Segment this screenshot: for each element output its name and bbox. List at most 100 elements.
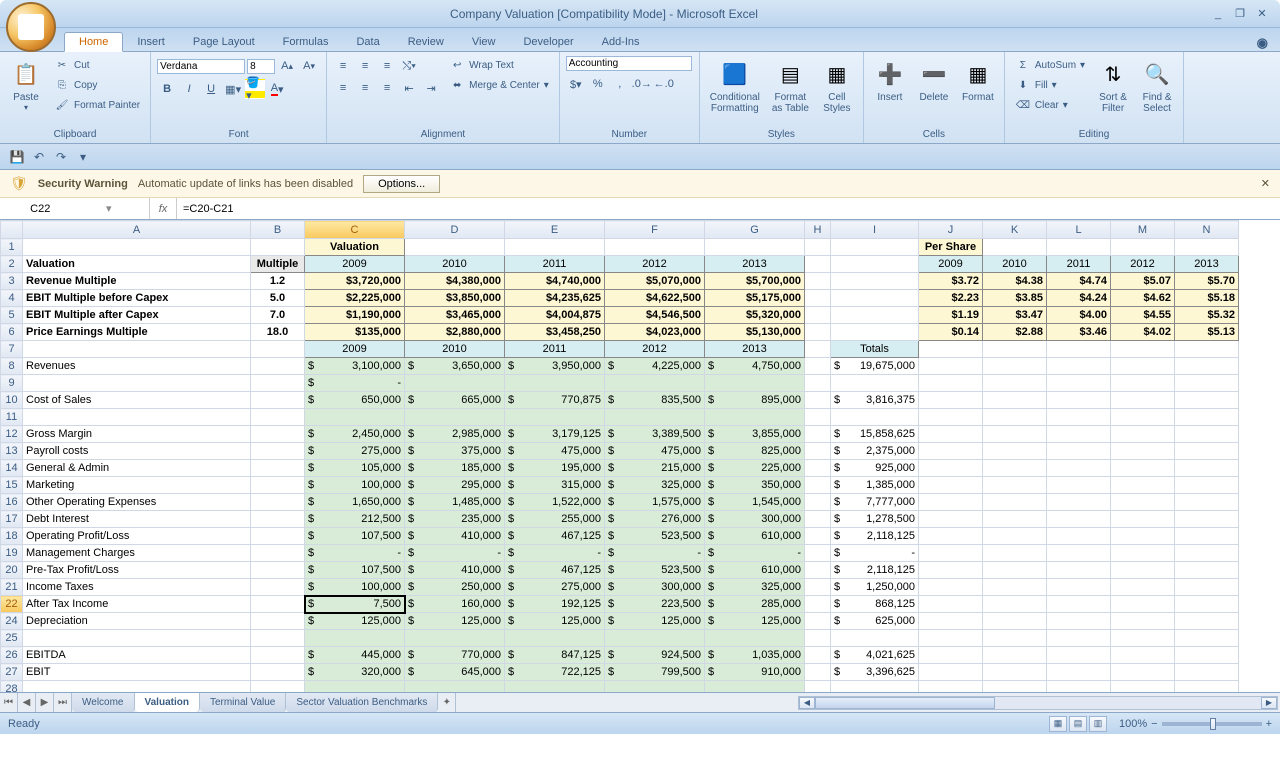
cell[interactable] xyxy=(1047,239,1111,256)
cell[interactable] xyxy=(251,562,305,579)
cell[interactable]: $4,023,000 xyxy=(605,324,705,341)
cell[interactable]: $825,000 xyxy=(705,443,805,460)
cell[interactable] xyxy=(831,273,919,290)
cell[interactable]: $300,000 xyxy=(705,511,805,528)
cell[interactable]: $5.07 xyxy=(1111,273,1175,290)
cell[interactable] xyxy=(805,324,831,341)
cell[interactable]: After Tax Income xyxy=(23,596,251,613)
row-header[interactable]: 1 xyxy=(1,239,23,256)
cell[interactable]: $320,000 xyxy=(305,664,405,681)
cell[interactable] xyxy=(705,409,805,426)
col-header-J[interactable]: J xyxy=(919,221,983,239)
wrap-text-button[interactable]: ↩Wrap Text xyxy=(445,56,553,74)
cell[interactable] xyxy=(919,647,983,664)
cell[interactable] xyxy=(919,375,983,392)
cell[interactable]: $275,000 xyxy=(505,579,605,596)
cell[interactable]: $0.14 xyxy=(919,324,983,341)
cell[interactable] xyxy=(805,409,831,426)
cell[interactable] xyxy=(251,596,305,613)
cell[interactable]: $2,118,125 xyxy=(831,562,919,579)
cell[interactable]: $107,500 xyxy=(305,562,405,579)
cell[interactable]: $5.70 xyxy=(1175,273,1239,290)
cell[interactable]: 18.0 xyxy=(251,324,305,341)
cell[interactable]: $770,000 xyxy=(405,647,505,664)
row-header[interactable]: 19 xyxy=(1,545,23,562)
cell[interactable]: $19,675,000 xyxy=(831,358,919,375)
cell[interactable]: 2011 xyxy=(505,341,605,358)
cell[interactable] xyxy=(251,460,305,477)
cell[interactable]: $125,000 xyxy=(505,613,605,630)
cell[interactable]: Debt Interest xyxy=(23,511,251,528)
col-header-L[interactable]: L xyxy=(1047,221,1111,239)
cell[interactable]: $4,380,000 xyxy=(405,273,505,290)
cell[interactable] xyxy=(305,681,405,693)
name-box[interactable]: C22▾ xyxy=(0,198,150,219)
cell[interactable] xyxy=(1175,477,1239,494)
cell[interactable] xyxy=(1047,494,1111,511)
cell[interactable] xyxy=(983,528,1047,545)
cell[interactable]: $5,320,000 xyxy=(705,307,805,324)
cell[interactable] xyxy=(805,562,831,579)
row-header[interactable]: 10 xyxy=(1,392,23,409)
cell[interactable] xyxy=(983,477,1047,494)
cell[interactable]: $924,500 xyxy=(605,647,705,664)
cell[interactable] xyxy=(831,256,919,273)
cell[interactable] xyxy=(805,443,831,460)
cell[interactable] xyxy=(1175,630,1239,647)
tab-review[interactable]: Review xyxy=(394,33,458,51)
cell[interactable] xyxy=(1175,681,1239,693)
cell[interactable] xyxy=(1047,358,1111,375)
cell-styles-button[interactable]: ▦Cell Styles xyxy=(817,56,857,116)
align-top-button[interactable]: ≡ xyxy=(333,56,353,76)
cell[interactable]: 2009 xyxy=(919,256,983,273)
cell[interactable]: Gross Margin xyxy=(23,426,251,443)
cell[interactable] xyxy=(983,494,1047,511)
cell[interactable]: $4,235,625 xyxy=(505,290,605,307)
cell[interactable] xyxy=(805,392,831,409)
cell[interactable]: $475,000 xyxy=(605,443,705,460)
cell[interactable] xyxy=(919,528,983,545)
orientation-button[interactable]: ⤭▾ xyxy=(399,56,419,76)
select-all-corner[interactable] xyxy=(1,221,23,239)
cell[interactable]: Marketing xyxy=(23,477,251,494)
cell[interactable]: $1,575,000 xyxy=(605,494,705,511)
cell[interactable]: 2010 xyxy=(983,256,1047,273)
cell[interactable]: $- xyxy=(705,545,805,562)
cell[interactable]: $1,650,000 xyxy=(305,494,405,511)
cell[interactable]: $100,000 xyxy=(305,477,405,494)
sheet-nav-last[interactable]: ⏭ xyxy=(54,693,72,712)
font-size-select[interactable] xyxy=(247,59,275,74)
row-header[interactable]: 28 xyxy=(1,681,23,693)
cell[interactable] xyxy=(1175,562,1239,579)
cell[interactable]: $5,175,000 xyxy=(705,290,805,307)
cell[interactable] xyxy=(1175,545,1239,562)
cell[interactable] xyxy=(1175,409,1239,426)
cell[interactable]: Other Operating Expenses xyxy=(23,494,251,511)
cell[interactable] xyxy=(505,630,605,647)
row-header[interactable]: 6 xyxy=(1,324,23,341)
cell[interactable] xyxy=(23,239,251,256)
cell[interactable]: EBIT xyxy=(23,664,251,681)
cell[interactable] xyxy=(251,409,305,426)
col-header-G[interactable]: G xyxy=(705,221,805,239)
row-header[interactable]: 17 xyxy=(1,511,23,528)
cell[interactable]: $4.38 xyxy=(983,273,1047,290)
cell[interactable]: $2,375,000 xyxy=(831,443,919,460)
cell[interactable] xyxy=(919,630,983,647)
underline-button[interactable]: U xyxy=(201,79,221,99)
cell[interactable]: $275,000 xyxy=(305,443,405,460)
cell[interactable]: 2012 xyxy=(1111,256,1175,273)
cell[interactable] xyxy=(805,290,831,307)
cell[interactable] xyxy=(605,239,705,256)
cell[interactable]: $5,700,000 xyxy=(705,273,805,290)
cell[interactable] xyxy=(983,392,1047,409)
cell[interactable]: 2011 xyxy=(505,256,605,273)
cell[interactable]: $255,000 xyxy=(505,511,605,528)
cell[interactable]: Income Taxes xyxy=(23,579,251,596)
font-color-button[interactable]: A▾ xyxy=(267,79,287,99)
cell[interactable] xyxy=(1175,511,1239,528)
cell[interactable] xyxy=(705,681,805,693)
cell[interactable] xyxy=(1047,392,1111,409)
cell[interactable] xyxy=(983,562,1047,579)
col-header-E[interactable]: E xyxy=(505,221,605,239)
